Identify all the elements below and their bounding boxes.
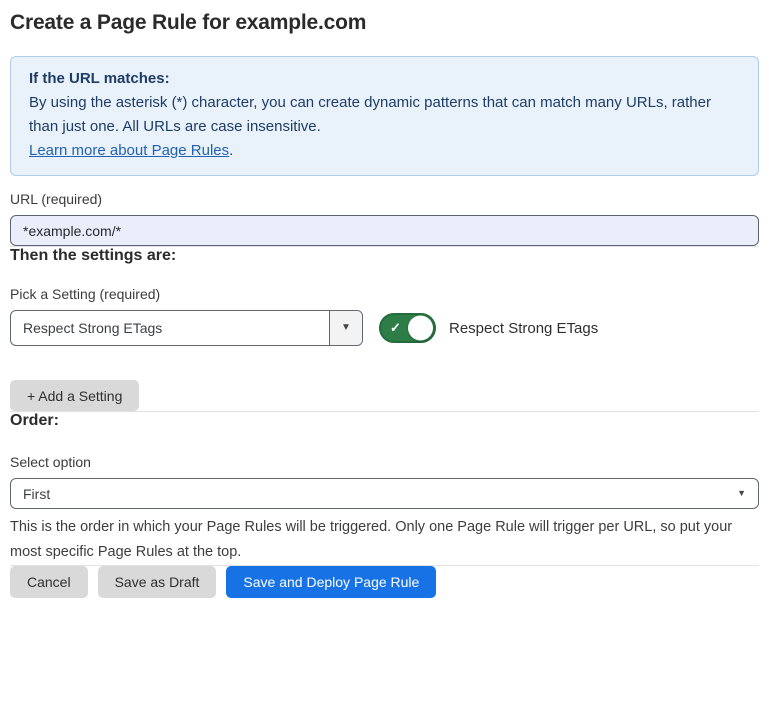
page-title: Create a Page Rule for example.com xyxy=(10,11,759,35)
order-select[interactable]: First ▼ xyxy=(10,478,759,509)
add-setting-button[interactable]: + Add a Setting xyxy=(10,380,139,411)
check-icon: ✓ xyxy=(390,320,401,336)
order-help-text: This is the order in which your Page Rul… xyxy=(10,515,759,565)
link-period: . xyxy=(229,142,233,159)
setting-select-arrow-button[interactable]: ▼ xyxy=(329,311,362,345)
url-input[interactable] xyxy=(10,215,759,246)
info-box-link-line: Learn more about Page Rules. xyxy=(29,139,740,163)
learn-more-link[interactable]: Learn more about Page Rules xyxy=(29,142,229,159)
setting-toggle-group: ✓ Respect Strong ETags xyxy=(379,313,598,343)
setting-toggle-switch[interactable]: ✓ xyxy=(379,313,436,343)
toggle-knob xyxy=(408,316,433,341)
url-match-info-box: If the URL matches: By using the asteris… xyxy=(10,56,759,176)
setting-toggle-label: Respect Strong ETags xyxy=(449,320,598,337)
cancel-button[interactable]: Cancel xyxy=(10,566,88,598)
setting-select-value: Respect Strong ETags xyxy=(11,311,329,345)
order-heading: Order: xyxy=(10,412,759,430)
info-box-body: By using the asterisk (*) character, you… xyxy=(29,91,740,139)
create-page-rule-form: Create a Page Rule for example.com If th… xyxy=(0,0,769,614)
save-deploy-button[interactable]: Save and Deploy Page Rule xyxy=(226,566,436,598)
pick-setting-label: Pick a Setting (required) xyxy=(10,286,759,302)
form-actions: Cancel Save as Draft Save and Deploy Pag… xyxy=(10,566,759,598)
setting-row: Respect Strong ETags ▼ ✓ Respect Strong … xyxy=(10,310,759,346)
caret-down-icon: ▼ xyxy=(737,489,746,498)
setting-select[interactable]: Respect Strong ETags ▼ xyxy=(10,310,363,346)
settings-heading: Then the settings are: xyxy=(10,247,759,265)
order-select-value: First xyxy=(23,486,50,502)
save-draft-button[interactable]: Save as Draft xyxy=(98,566,217,598)
caret-down-icon: ▼ xyxy=(341,323,351,333)
order-select-label: Select option xyxy=(10,454,759,470)
info-box-heading: If the URL matches: xyxy=(29,67,740,91)
url-label: URL (required) xyxy=(10,191,759,207)
